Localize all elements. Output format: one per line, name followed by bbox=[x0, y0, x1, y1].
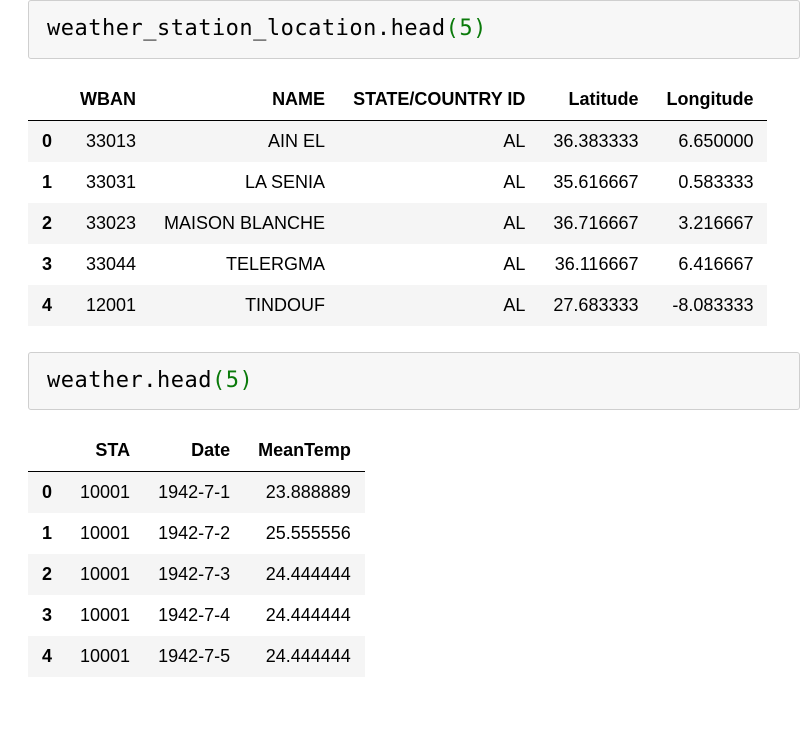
cell: AL bbox=[339, 162, 539, 203]
notebook-page: weather_station_location.head(5) WBAN NA… bbox=[0, 0, 800, 723]
cell: TINDOUF bbox=[150, 285, 339, 326]
table-row: 1 33031 LA SENIA AL 35.616667 0.583333 bbox=[28, 162, 767, 203]
code-prefix: weather_station_location.head bbox=[47, 16, 446, 41]
code-arg: 5 bbox=[226, 368, 240, 393]
output-block-2: STA Date MeanTemp 0 10001 1942-7-1 23.88… bbox=[28, 430, 800, 677]
table-row: 3 33044 TELERGMA AL 36.116667 6.416667 bbox=[28, 244, 767, 285]
row-index: 3 bbox=[28, 595, 66, 636]
cell: 24.444444 bbox=[244, 636, 365, 677]
table-row: 2 33023 MAISON BLANCHE AL 36.716667 3.21… bbox=[28, 203, 767, 244]
row-index: 0 bbox=[28, 472, 66, 514]
table-row: 1 10001 1942-7-2 25.555556 bbox=[28, 513, 365, 554]
row-index: 2 bbox=[28, 203, 66, 244]
cell: 36.116667 bbox=[539, 244, 652, 285]
table-row: 3 10001 1942-7-4 24.444444 bbox=[28, 595, 365, 636]
cell: 33031 bbox=[66, 162, 150, 203]
cell: 1942-7-1 bbox=[144, 472, 244, 514]
index-header bbox=[28, 430, 66, 472]
cell: 10001 bbox=[66, 554, 144, 595]
cell: 6.416667 bbox=[653, 244, 768, 285]
col-header: Latitude bbox=[539, 79, 652, 121]
code-cell-1[interactable]: weather_station_location.head(5) bbox=[28, 0, 800, 59]
table-row: 0 10001 1942-7-1 23.888889 bbox=[28, 472, 365, 514]
cell: 12001 bbox=[66, 285, 150, 326]
cell: MAISON BLANCHE bbox=[150, 203, 339, 244]
row-index: 4 bbox=[28, 636, 66, 677]
open-paren: ( bbox=[446, 16, 460, 41]
table-row: 4 10001 1942-7-5 24.444444 bbox=[28, 636, 365, 677]
cell: 33023 bbox=[66, 203, 150, 244]
cell: 1942-7-5 bbox=[144, 636, 244, 677]
cell: 23.888889 bbox=[244, 472, 365, 514]
col-header: STA bbox=[66, 430, 144, 472]
cell: 36.383333 bbox=[539, 120, 652, 162]
row-index: 3 bbox=[28, 244, 66, 285]
code-prefix: weather.head bbox=[47, 368, 212, 393]
cell: 10001 bbox=[66, 472, 144, 514]
cell: 1942-7-2 bbox=[144, 513, 244, 554]
cell: 25.555556 bbox=[244, 513, 365, 554]
code-arg: 5 bbox=[459, 16, 473, 41]
cell: AL bbox=[339, 120, 539, 162]
col-header: STATE/COUNTRY ID bbox=[339, 79, 539, 121]
cell: LA SENIA bbox=[150, 162, 339, 203]
code-cell-2[interactable]: weather.head(5) bbox=[28, 352, 800, 411]
row-index: 1 bbox=[28, 162, 66, 203]
row-index: 0 bbox=[28, 120, 66, 162]
cell: 1942-7-3 bbox=[144, 554, 244, 595]
cell: AL bbox=[339, 203, 539, 244]
cell: -8.083333 bbox=[653, 285, 768, 326]
cell: 0.583333 bbox=[653, 162, 768, 203]
cell: 6.650000 bbox=[653, 120, 768, 162]
cell: 10001 bbox=[66, 636, 144, 677]
cell: 27.683333 bbox=[539, 285, 652, 326]
cell: 35.616667 bbox=[539, 162, 652, 203]
cell: 24.444444 bbox=[244, 554, 365, 595]
col-header: Date bbox=[144, 430, 244, 472]
close-paren: ) bbox=[239, 368, 253, 393]
cell: 24.444444 bbox=[244, 595, 365, 636]
col-header: Longitude bbox=[653, 79, 768, 121]
row-index: 1 bbox=[28, 513, 66, 554]
close-paren: ) bbox=[473, 16, 487, 41]
cell: 1942-7-4 bbox=[144, 595, 244, 636]
cell: AIN EL bbox=[150, 120, 339, 162]
open-paren: ( bbox=[212, 368, 226, 393]
cell: 33013 bbox=[66, 120, 150, 162]
col-header: WBAN bbox=[66, 79, 150, 121]
output-block-1: WBAN NAME STATE/COUNTRY ID Latitude Long… bbox=[28, 79, 800, 326]
cell: 33044 bbox=[66, 244, 150, 285]
row-index: 2 bbox=[28, 554, 66, 595]
cell: 36.716667 bbox=[539, 203, 652, 244]
table-row: 4 12001 TINDOUF AL 27.683333 -8.083333 bbox=[28, 285, 767, 326]
table-row: 0 33013 AIN EL AL 36.383333 6.650000 bbox=[28, 120, 767, 162]
col-header: MeanTemp bbox=[244, 430, 365, 472]
cell: 3.216667 bbox=[653, 203, 768, 244]
cell: 10001 bbox=[66, 595, 144, 636]
row-index: 4 bbox=[28, 285, 66, 326]
cell: AL bbox=[339, 285, 539, 326]
col-header: NAME bbox=[150, 79, 339, 121]
cell: 10001 bbox=[66, 513, 144, 554]
index-header bbox=[28, 79, 66, 121]
cell: TELERGMA bbox=[150, 244, 339, 285]
cell: AL bbox=[339, 244, 539, 285]
dataframe-table-2: STA Date MeanTemp 0 10001 1942-7-1 23.88… bbox=[28, 430, 365, 677]
dataframe-table-1: WBAN NAME STATE/COUNTRY ID Latitude Long… bbox=[28, 79, 767, 326]
table-row: 2 10001 1942-7-3 24.444444 bbox=[28, 554, 365, 595]
